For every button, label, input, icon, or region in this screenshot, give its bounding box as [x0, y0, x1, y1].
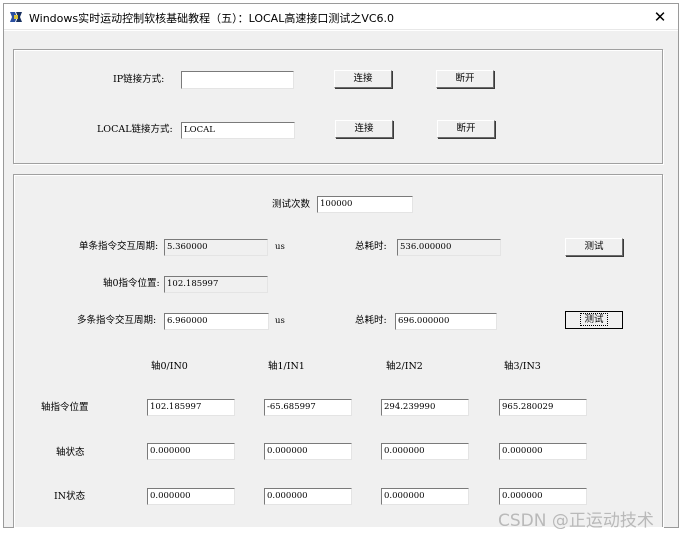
ip-connect-button[interactable]: 连接: [334, 70, 392, 88]
axis-header-3: 轴3/IN3: [504, 361, 541, 372]
dialog-window: Windows实时运动控制软核基础教程（五）：LOCAL高速接口测试之VC6.0…: [3, 3, 679, 528]
app-icon: [8, 9, 24, 25]
axis1-status-field[interactable]: 0.000000: [264, 443, 352, 460]
axis3-position-field[interactable]: 965.280029: [499, 399, 587, 416]
single-cycle-value: 5.360000: [164, 239, 268, 256]
axis1-position-field[interactable]: -65.685997: [264, 399, 352, 416]
test-count-label: 测试次数: [272, 199, 311, 210]
local-connect-button[interactable]: 连接: [335, 120, 393, 138]
axis-position-row-label: 轴指令位置: [41, 402, 89, 413]
title-bar[interactable]: Windows实时运动控制软核基础教程（五）：LOCAL高速接口测试之VC6.0…: [4, 4, 678, 30]
local-type-input[interactable]: LOCAL: [181, 122, 295, 139]
ip-connect-label: IP链接方式:: [113, 74, 165, 85]
axis-status-row-label: 轴状态: [56, 447, 85, 458]
single-test-button[interactable]: 测试: [565, 238, 623, 256]
local-disconnect-button[interactable]: 断开: [437, 120, 495, 138]
csdn-watermark: CSDN @正运动技术: [498, 511, 654, 531]
single-total-value: 536.000000: [397, 239, 501, 256]
single-cycle-unit: us: [275, 242, 285, 252]
axis0-status-field[interactable]: 0.000000: [147, 443, 235, 460]
connection-group: [13, 49, 663, 164]
axis0-position-label: 轴0指令位置:: [103, 278, 160, 289]
in0-status-field[interactable]: 0.000000: [147, 488, 235, 505]
multi-cycle-unit: us: [275, 316, 285, 326]
multi-total-value: 696.000000: [395, 313, 497, 330]
axis2-position-field[interactable]: 294.239990: [381, 399, 469, 416]
axis3-status-field[interactable]: 0.000000: [499, 443, 587, 460]
single-cycle-label: 单条指令交互周期:: [79, 241, 159, 252]
ip-disconnect-button[interactable]: 断开: [436, 70, 494, 88]
multi-test-button-label: 测试: [580, 313, 608, 326]
test-group: [13, 174, 663, 527]
axis-header-2: 轴2/IN2: [386, 361, 423, 372]
multi-total-label: 总耗时:: [355, 315, 387, 326]
local-connect-label: LOCAL链接方式:: [97, 124, 173, 135]
single-total-label: 总耗时:: [355, 241, 387, 252]
in1-status-field[interactable]: 0.000000: [264, 488, 352, 505]
axis0-position-value: 102.185997: [164, 276, 268, 293]
multi-cycle-label: 多条指令交互周期:: [77, 315, 157, 326]
test-count-input[interactable]: 100000: [317, 196, 413, 213]
multi-test-button[interactable]: 测试: [565, 311, 623, 329]
close-icon[interactable]: ✕: [650, 7, 670, 27]
in-status-row-label: IN状态: [54, 491, 86, 502]
multi-cycle-value: 6.960000: [164, 313, 269, 330]
axis0-position-field[interactable]: 102.185997: [147, 399, 235, 416]
ip-address-input[interactable]: [181, 71, 294, 89]
axis-header-0: 轴0/IN0: [151, 361, 188, 372]
axis-header-1: 轴1/IN1: [268, 361, 305, 372]
in2-status-field[interactable]: 0.000000: [381, 488, 469, 505]
in3-status-field[interactable]: 0.000000: [499, 488, 587, 505]
window-title: Windows实时运动控制软核基础教程（五）：LOCAL高速接口测试之VC6.0: [29, 12, 395, 25]
axis2-status-field[interactable]: 0.000000: [381, 443, 469, 460]
dialog-client: IP链接方式: 连接 断开 LOCAL链接方式: LOCAL 连接 断开 测试次…: [4, 31, 678, 527]
